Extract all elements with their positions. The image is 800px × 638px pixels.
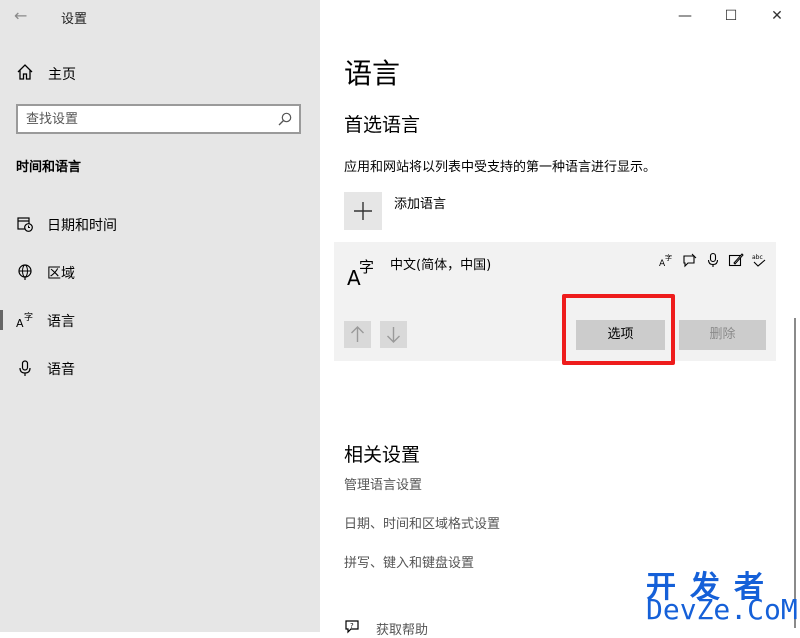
svg-text:字: 字	[665, 253, 672, 262]
preferred-languages-description: 应用和网站将以列表中受支持的第一种语言进行显示。	[344, 160, 657, 175]
sidebar-item-region[interactable]: 区域	[0, 252, 320, 292]
move-up-button[interactable]	[344, 321, 371, 348]
scrollbar[interactable]	[794, 318, 796, 628]
annotation-highlight-box	[562, 294, 675, 365]
search-icon[interactable]	[277, 111, 293, 127]
language-name: 中文(简体，中国)	[390, 258, 492, 273]
display-language-icon: A 字	[659, 253, 672, 268]
sidebar-item-label: 区域	[47, 266, 75, 282]
remove-button[interactable]: 删除	[679, 320, 766, 350]
svg-text:字: 字	[24, 311, 33, 323]
back-arrow-icon[interactable]: ←	[14, 6, 34, 26]
main-pane: — ☐ ✕ 语言 首选语言 应用和网站将以列表中受支持的第一种语言进行显示。 添…	[320, 0, 800, 638]
minimize-button[interactable]: —	[662, 4, 708, 28]
calendar-clock-icon	[17, 217, 33, 232]
search-input[interactable]	[26, 110, 266, 128]
sidebar-item-date-time[interactable]: 日期和时间	[0, 204, 320, 244]
home-icon[interactable]	[16, 63, 34, 81]
arrow-up-icon	[351, 326, 364, 342]
microphone-icon	[19, 360, 31, 376]
sidebar-item-label: 语音	[47, 362, 75, 378]
home-label[interactable]: 主页	[48, 64, 76, 84]
preferred-languages-title: 首选语言	[344, 114, 421, 136]
close-button[interactable]: ✕	[754, 4, 800, 28]
related-settings-title: 相关设置	[344, 444, 421, 466]
plus-icon	[354, 202, 372, 220]
speech-bubble-icon	[683, 253, 697, 268]
selected-indicator	[0, 310, 3, 330]
spellcheck-icon: abc	[752, 254, 766, 267]
svg-text:abc: abc	[752, 254, 763, 261]
arrow-down-icon	[387, 327, 400, 343]
link-manage-language-settings[interactable]: 管理语言设置	[344, 474, 422, 493]
help-link[interactable]: 获取帮助	[376, 619, 428, 638]
sidebar: ← 设置 主页 时间和语言 日期和时间 区域 A	[0, 0, 320, 632]
search-box[interactable]	[16, 104, 301, 134]
microphone-icon	[707, 252, 719, 267]
sidebar-item-label: 日期和时间	[47, 218, 117, 234]
add-language-label[interactable]: 添加语言	[394, 193, 446, 212]
language-card[interactable]: A 字 中文(简体，中国) A 字 abc 选项 删除	[334, 242, 776, 361]
link-date-time-region-format[interactable]: 日期、时间和区域格式设置	[344, 513, 500, 532]
globe-icon	[18, 264, 32, 280]
app-title: 设置	[61, 12, 88, 27]
sidebar-item-label: 语言	[47, 314, 75, 330]
category-title: 时间和语言	[16, 160, 82, 175]
sidebar-item-language[interactable]: A 字 语言	[0, 300, 320, 340]
sidebar-item-speech[interactable]: 语音	[0, 348, 320, 388]
add-language-button[interactable]	[344, 192, 382, 230]
move-down-button[interactable]	[380, 321, 407, 348]
link-spelling-typing-keyboard[interactable]: 拼写、键入和键盘设置	[344, 552, 474, 571]
svg-text:?: ?	[350, 622, 354, 630]
handwriting-icon	[728, 253, 744, 267]
language-icon: A 字	[347, 258, 374, 288]
watermark-domain: DevZe.CoM	[646, 593, 798, 626]
svg-text:A: A	[16, 317, 24, 329]
language-icon: A 字	[16, 311, 33, 329]
svg-text:字: 字	[359, 258, 374, 276]
maximize-button[interactable]: ☐	[708, 4, 754, 28]
page-title: 语言	[344, 57, 401, 90]
